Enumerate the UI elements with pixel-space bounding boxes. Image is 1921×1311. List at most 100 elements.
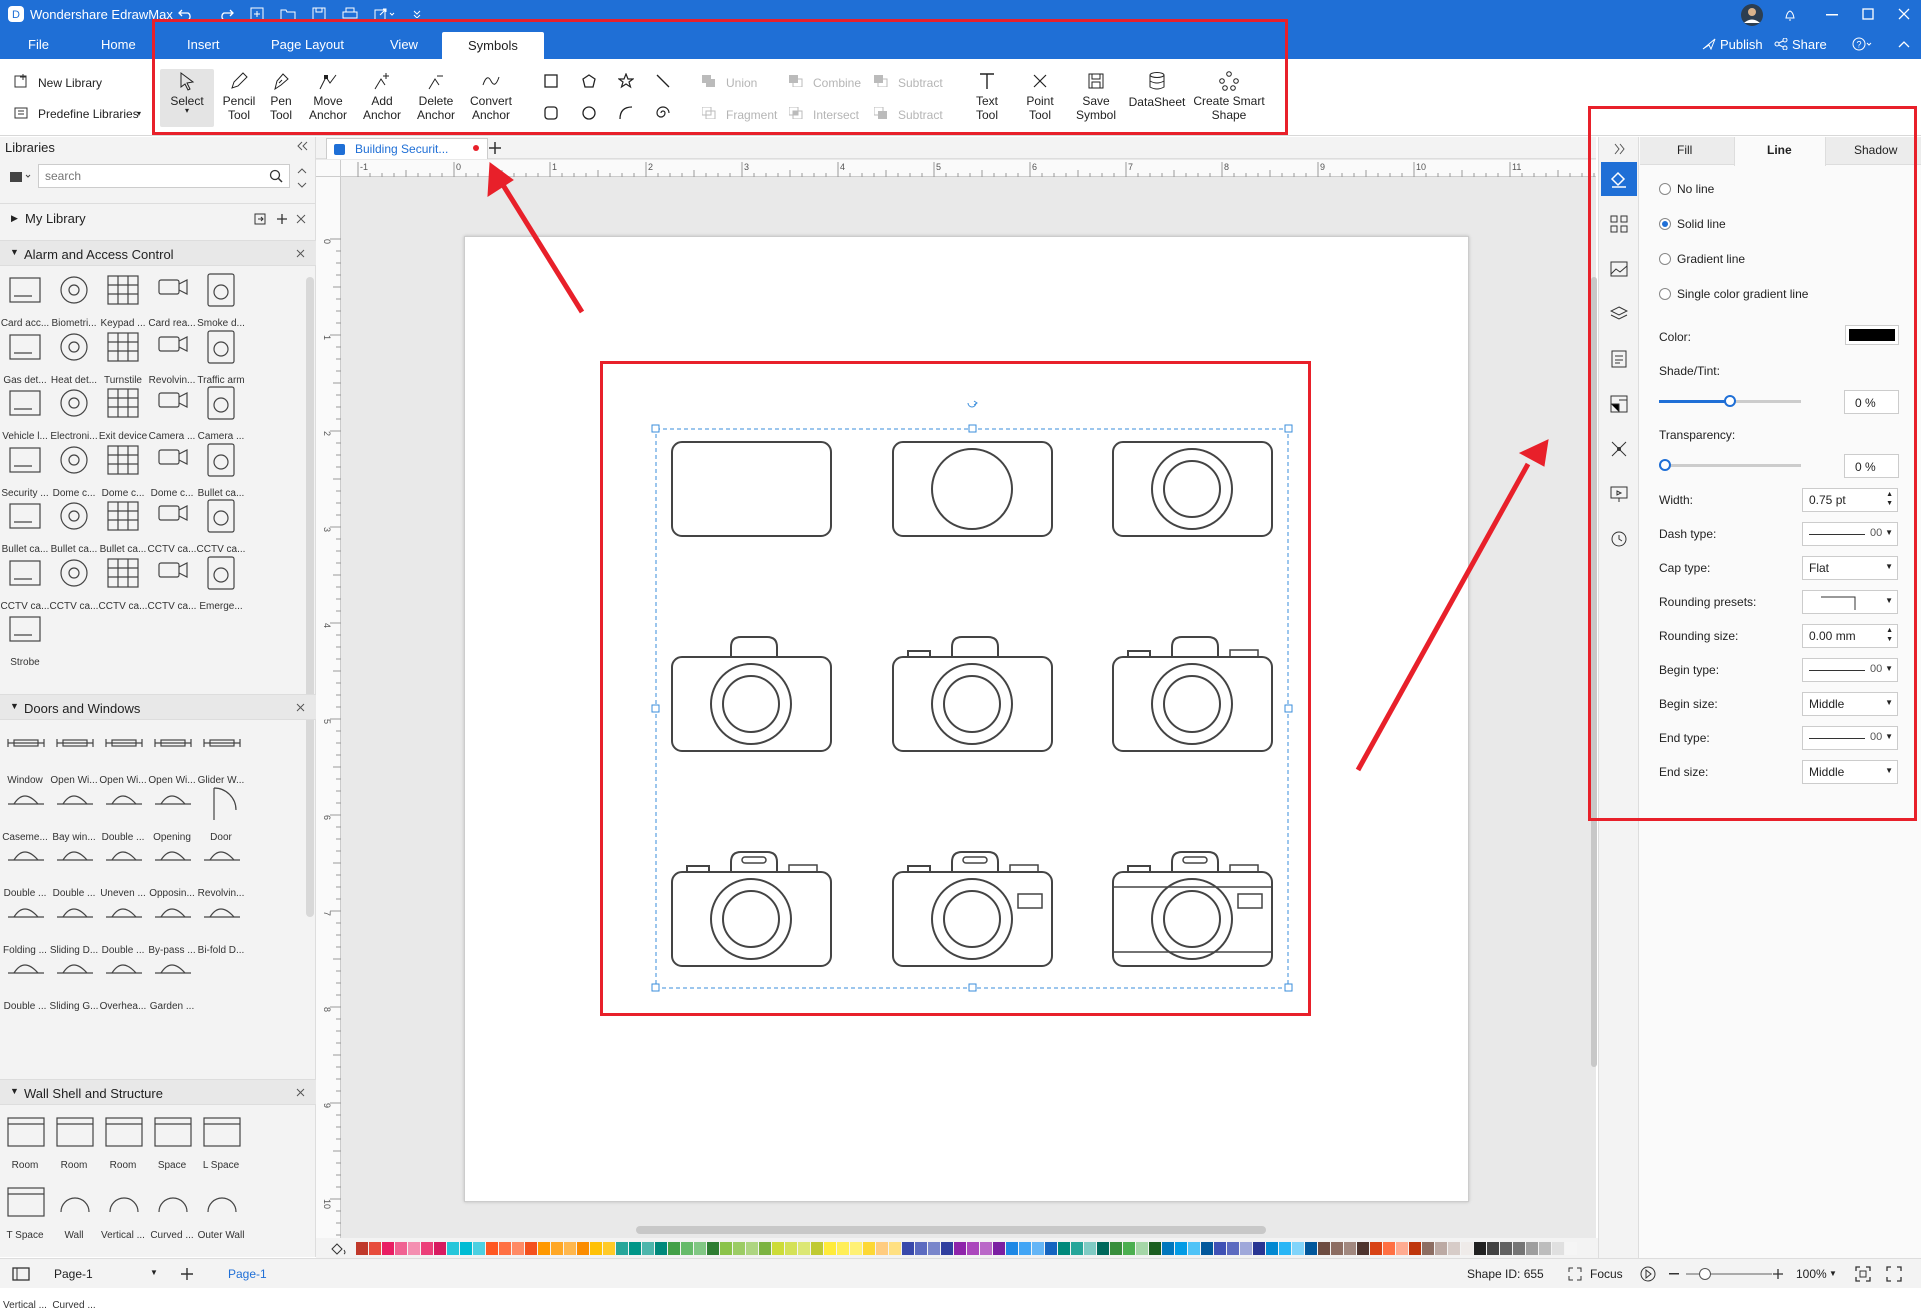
color-swatch[interactable] xyxy=(1331,1242,1343,1255)
zoom-in-icon[interactable] xyxy=(1772,1268,1784,1280)
color-swatch[interactable] xyxy=(824,1242,836,1255)
color-swatch[interactable] xyxy=(954,1242,966,1255)
color-swatch[interactable] xyxy=(369,1242,381,1255)
color-swatch[interactable] xyxy=(577,1242,589,1255)
library-shape[interactable]: Emerge... xyxy=(192,553,250,612)
zoom-out-icon[interactable] xyxy=(1669,1273,1679,1275)
section-doors[interactable]: Doors and Windows ▼ xyxy=(0,694,316,720)
avatar[interactable] xyxy=(1740,3,1764,27)
menu-home[interactable]: Home xyxy=(101,37,136,52)
section-alarm[interactable]: Alarm and Access Control ▼ xyxy=(0,240,316,266)
color-swatch[interactable] xyxy=(564,1242,576,1255)
library-shape[interactable]: Door xyxy=(192,784,250,843)
color-swatch[interactable] xyxy=(655,1242,667,1255)
color-swatch[interactable] xyxy=(668,1242,680,1255)
library-shape[interactable]: Strobe xyxy=(0,609,54,668)
color-swatch[interactable] xyxy=(1357,1242,1369,1255)
color-swatch[interactable] xyxy=(720,1242,732,1255)
color-swatch[interactable] xyxy=(746,1242,758,1255)
color-swatch[interactable] xyxy=(1175,1242,1187,1255)
zoom-slider-handle[interactable] xyxy=(1699,1268,1711,1280)
library-shape[interactable]: CCTV ca... xyxy=(192,496,250,555)
color-swatch[interactable] xyxy=(642,1242,654,1255)
color-swatch[interactable] xyxy=(1162,1242,1174,1255)
color-swatch[interactable] xyxy=(486,1242,498,1255)
color-swatch[interactable] xyxy=(1305,1242,1317,1255)
color-swatch[interactable] xyxy=(1006,1242,1018,1255)
add-icon[interactable] xyxy=(276,213,288,225)
library-shape[interactable]: Smoke d... xyxy=(192,270,250,329)
color-swatch[interactable] xyxy=(1110,1242,1122,1255)
color-swatch[interactable] xyxy=(1370,1242,1382,1255)
fit-page-icon[interactable] xyxy=(1855,1266,1871,1282)
color-swatch[interactable] xyxy=(889,1242,901,1255)
publish-button[interactable]: Publish xyxy=(1720,37,1763,52)
color-swatch[interactable] xyxy=(928,1242,940,1255)
color-swatch[interactable] xyxy=(759,1242,771,1255)
color-swatch[interactable] xyxy=(1435,1242,1447,1255)
color-swatch[interactable] xyxy=(1058,1242,1070,1255)
share-button[interactable]: Share xyxy=(1792,37,1827,52)
close-section-icon[interactable] xyxy=(296,703,305,712)
page-select[interactable]: Page-1 ▼ xyxy=(46,1263,158,1285)
page-view-icon[interactable] xyxy=(12,1267,30,1281)
color-swatch[interactable] xyxy=(460,1242,472,1255)
customize-icon[interactable] xyxy=(412,8,422,18)
help-icon[interactable]: ? xyxy=(1852,37,1874,51)
fill-bucket-icon[interactable] xyxy=(330,1241,348,1255)
color-swatch[interactable] xyxy=(447,1242,459,1255)
color-swatch[interactable] xyxy=(473,1242,485,1255)
color-swatch[interactable] xyxy=(1383,1242,1395,1255)
color-swatch[interactable] xyxy=(941,1242,953,1255)
color-swatch[interactable] xyxy=(1344,1242,1356,1255)
notification-bell-icon[interactable] xyxy=(1784,8,1796,22)
color-swatch[interactable] xyxy=(837,1242,849,1255)
color-swatch[interactable] xyxy=(694,1242,706,1255)
color-swatch[interactable] xyxy=(1279,1242,1291,1255)
maximize-icon[interactable] xyxy=(1862,8,1874,20)
color-swatch[interactable] xyxy=(707,1242,719,1255)
color-swatch[interactable] xyxy=(551,1242,563,1255)
color-swatch[interactable] xyxy=(1461,1242,1473,1255)
color-swatch[interactable] xyxy=(1123,1242,1135,1255)
color-swatch[interactable] xyxy=(499,1242,511,1255)
color-swatch[interactable] xyxy=(1409,1242,1421,1255)
color-swatch[interactable] xyxy=(1474,1242,1486,1255)
color-swatch[interactable] xyxy=(1422,1242,1434,1255)
color-swatch[interactable] xyxy=(603,1242,615,1255)
library-shape[interactable]: Revolvin... xyxy=(192,840,250,899)
color-swatch[interactable] xyxy=(1266,1242,1278,1255)
color-swatch[interactable] xyxy=(1526,1242,1538,1255)
close-icon[interactable] xyxy=(1898,8,1910,20)
color-swatch[interactable] xyxy=(798,1242,810,1255)
color-swatch[interactable] xyxy=(1292,1242,1304,1255)
predefine-libraries-button[interactable]: Predefine Libraries xyxy=(38,107,139,121)
color-swatch[interactable] xyxy=(785,1242,797,1255)
color-swatch[interactable] xyxy=(967,1242,979,1255)
color-swatch[interactable] xyxy=(408,1242,420,1255)
color-swatch[interactable] xyxy=(1396,1242,1408,1255)
color-swatch[interactable] xyxy=(1500,1242,1512,1255)
color-swatch[interactable] xyxy=(1513,1242,1525,1255)
library-shape[interactable]: Bullet ca... xyxy=(192,440,250,499)
color-swatch[interactable] xyxy=(772,1242,784,1255)
color-swatch[interactable] xyxy=(525,1242,537,1255)
page-tab-active[interactable]: Page-1 xyxy=(228,1267,267,1281)
color-swatch[interactable] xyxy=(590,1242,602,1255)
color-swatch[interactable] xyxy=(980,1242,992,1255)
library-shape[interactable]: Glider W... xyxy=(192,727,250,786)
close-section-icon[interactable] xyxy=(296,249,305,258)
color-swatch[interactable] xyxy=(1071,1242,1083,1255)
color-swatch[interactable] xyxy=(1149,1242,1161,1255)
library-search-input[interactable] xyxy=(38,164,290,188)
color-swatch[interactable] xyxy=(356,1242,368,1255)
close-my-library-icon[interactable] xyxy=(296,214,306,224)
import-icon[interactable] xyxy=(254,213,266,225)
close-section-icon[interactable] xyxy=(296,1088,305,1097)
color-swatch[interactable] xyxy=(1448,1242,1460,1255)
color-swatch[interactable] xyxy=(629,1242,641,1255)
color-swatch[interactable] xyxy=(863,1242,875,1255)
color-swatch[interactable] xyxy=(1487,1242,1499,1255)
color-swatch[interactable] xyxy=(915,1242,927,1255)
collapse-panel-icon[interactable] xyxy=(296,141,308,151)
